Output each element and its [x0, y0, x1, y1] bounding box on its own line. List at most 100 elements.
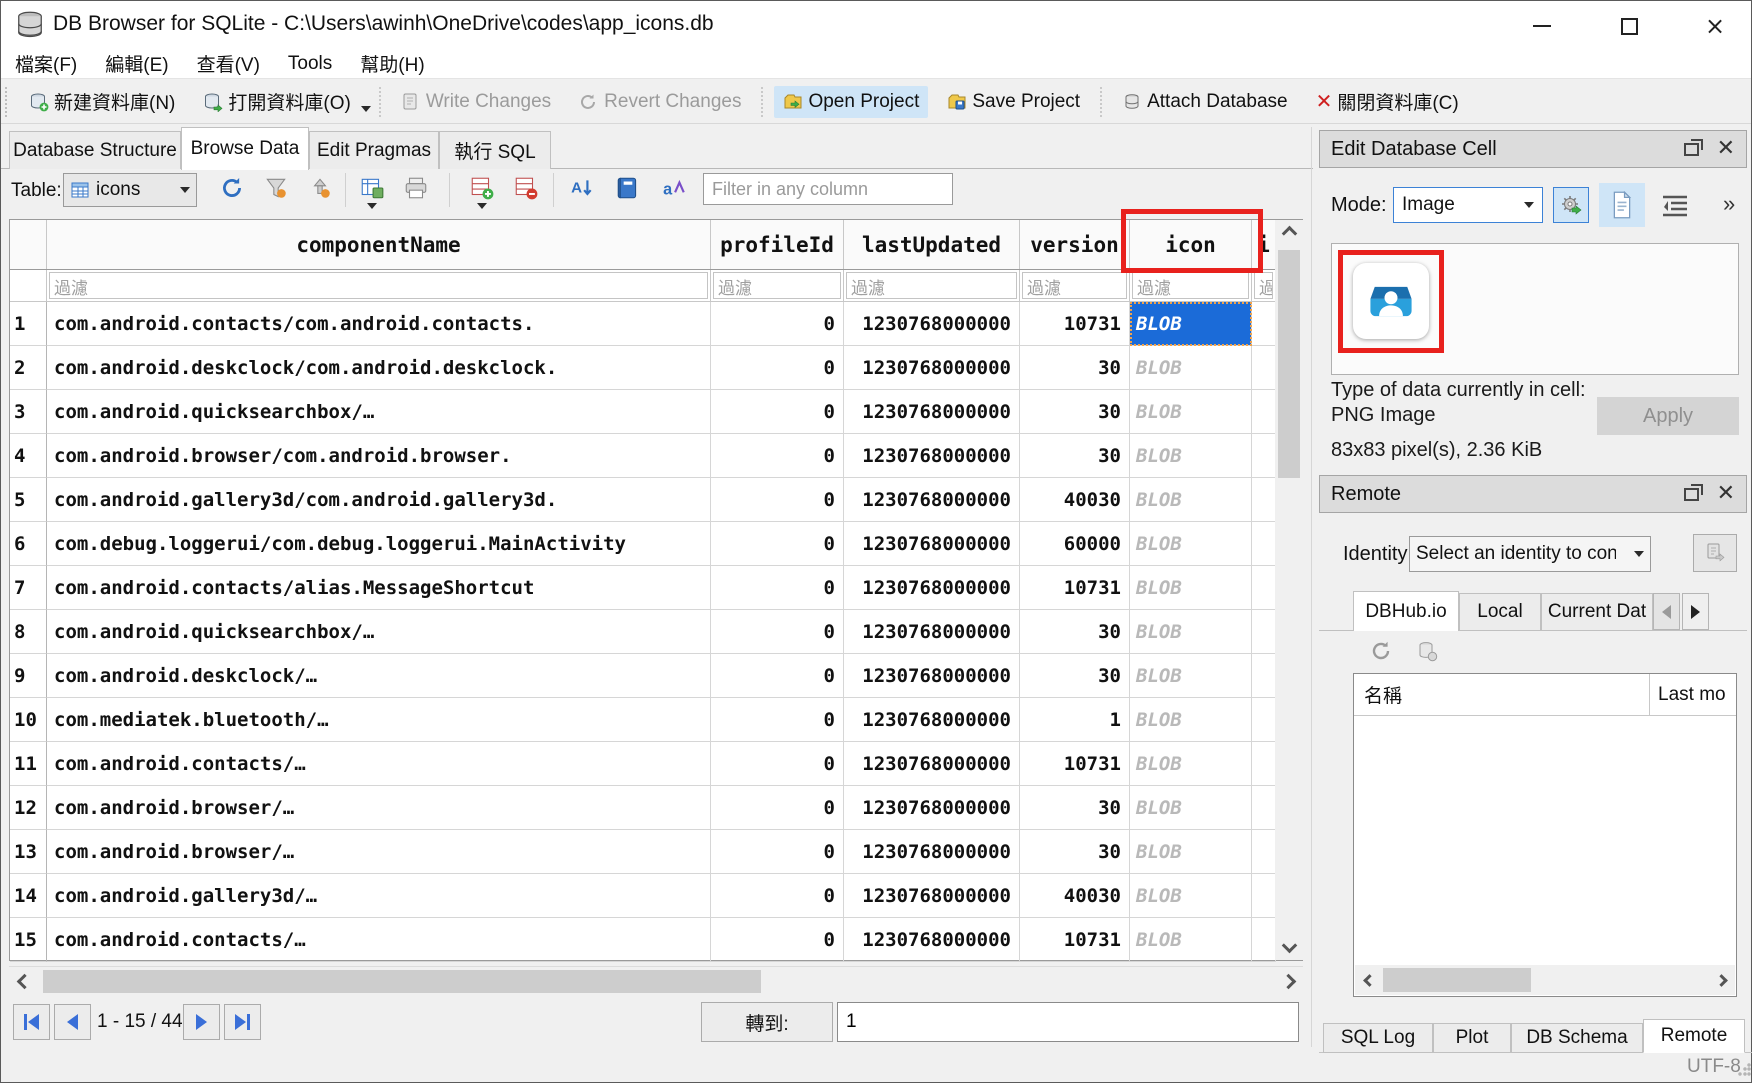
insert-record-dropdown-arrow[interactable] — [477, 203, 487, 209]
last-page-button[interactable] — [224, 1004, 261, 1040]
dock-tab-sql-log[interactable]: SQL Log — [1323, 1023, 1433, 1053]
cell-lastUpdated[interactable]: 1230768000000 — [844, 698, 1020, 742]
condensed-format-icon[interactable]: a — [661, 175, 687, 201]
row-number[interactable]: 6 — [10, 522, 47, 566]
print-icon[interactable] — [403, 175, 429, 201]
column-filter-input[interactable]: 過濾 — [846, 272, 1017, 299]
cell-icon-blob[interactable]: BLOB — [1130, 654, 1252, 698]
scroll-right-button[interactable] — [1707, 965, 1735, 995]
remote-column-last-modified[interactable]: Last mo — [1650, 674, 1736, 715]
column-filter-input[interactable]: 過濾 — [713, 272, 841, 299]
save-results-dropdown-arrow[interactable] — [367, 203, 377, 209]
cell-icon-blob[interactable]: BLOB — [1130, 786, 1252, 830]
delete-record-icon[interactable] — [513, 175, 539, 201]
tab-execute-sql[interactable]: 執行 SQL — [439, 131, 551, 169]
cell-profileId[interactable]: 0 — [711, 654, 844, 698]
row-number[interactable]: 10 — [10, 698, 47, 742]
cell-lastUpdated[interactable]: 1230768000000 — [844, 346, 1020, 390]
cell-version[interactable]: 10731 — [1020, 566, 1130, 610]
cell-version[interactable]: 60000 — [1020, 522, 1130, 566]
row-number[interactable]: 4 — [10, 434, 47, 478]
float-panel-icon[interactable] — [1684, 143, 1699, 156]
cell-version[interactable]: 40030 — [1020, 874, 1130, 918]
cell-version[interactable]: 1 — [1020, 698, 1130, 742]
cell-icon-blob[interactable]: BLOB — [1130, 874, 1252, 918]
cell-profileId[interactable]: 0 — [711, 742, 844, 786]
cell-profileId[interactable]: 0 — [711, 566, 844, 610]
dictionary-icon[interactable] — [615, 175, 641, 201]
menu-file[interactable]: 檔案(F) — [1, 49, 91, 78]
cell-componentName[interactable]: com.android.contacts/alias.MessageShortc… — [47, 566, 711, 610]
column-filter-input[interactable]: 過濾 — [1132, 272, 1249, 299]
row-number[interactable]: 8 — [10, 610, 47, 654]
scroll-right-button[interactable] — [1273, 967, 1303, 996]
goto-row-input[interactable] — [837, 1002, 1299, 1042]
cell-icon-blob[interactable]: BLOB — [1130, 830, 1252, 874]
column-header-lastUpdated[interactable]: lastUpdated — [844, 220, 1020, 269]
more-tools-icon[interactable]: » — [1723, 191, 1735, 217]
row-number[interactable]: 9 — [10, 654, 47, 698]
remote-tab-dbhub[interactable]: DBHub.io — [1353, 591, 1459, 631]
cell-lastUpdated[interactable]: 1230768000000 — [844, 478, 1020, 522]
cell-profileId[interactable]: 0 — [711, 830, 844, 874]
scroll-up-button[interactable] — [1275, 220, 1303, 246]
dock-tab-remote[interactable]: Remote — [1643, 1019, 1745, 1053]
text-mode-button[interactable] — [1599, 183, 1645, 227]
cell-componentName[interactable]: com.android.browser/… — [47, 786, 711, 830]
cell-partial[interactable] — [1252, 390, 1276, 434]
toolbar-drag-handle[interactable] — [5, 87, 11, 117]
any-column-filter-input[interactable] — [703, 173, 953, 205]
row-number[interactable]: 1 — [10, 302, 47, 346]
cell-componentName[interactable]: com.android.contacts/… — [47, 918, 711, 962]
cell-version[interactable]: 30 — [1020, 346, 1130, 390]
previous-page-button[interactable] — [54, 1004, 91, 1040]
cell-version[interactable]: 30 — [1020, 786, 1130, 830]
goto-button[interactable]: 轉到: — [701, 1002, 833, 1042]
cell-icon-blob[interactable]: BLOB — [1130, 522, 1252, 566]
cell-profileId[interactable]: 0 — [711, 610, 844, 654]
cell-icon-blob[interactable]: BLOB — [1130, 610, 1252, 654]
column-filter-input[interactable]: 過濾 — [49, 272, 708, 299]
cell-lastUpdated[interactable]: 1230768000000 — [844, 610, 1020, 654]
cell-partial[interactable] — [1252, 346, 1276, 390]
cell-version[interactable]: 40030 — [1020, 478, 1130, 522]
column-header-version[interactable]: version — [1020, 220, 1130, 269]
refresh-icon[interactable] — [219, 175, 245, 201]
resize-grip[interactable] — [1737, 1063, 1751, 1077]
save-project-button[interactable]: Save Project — [938, 86, 1089, 118]
cell-partial[interactable] — [1252, 786, 1276, 830]
horizontal-scroll-thumb[interactable] — [1383, 968, 1531, 992]
import-certificate-button[interactable] — [1693, 534, 1737, 572]
vertical-scroll-thumb[interactable] — [1278, 250, 1300, 478]
menu-tools[interactable]: Tools — [274, 49, 346, 78]
open-project-button[interactable]: Open Project — [774, 86, 928, 118]
tab-scroll-right-button[interactable] — [1682, 593, 1709, 630]
identity-select[interactable]: Select an identity to conne — [1409, 536, 1651, 572]
insert-record-icon[interactable] — [469, 175, 495, 201]
menu-edit[interactable]: 編輯(E) — [91, 49, 182, 78]
open-database-button[interactable]: 打開資料庫(O) — [194, 83, 359, 120]
mode-select[interactable]: Image — [1393, 187, 1543, 223]
column-filter-input[interactable]: 過濾 — [1022, 272, 1127, 299]
cell-partial[interactable] — [1252, 874, 1276, 918]
column-filter-input[interactable]: 過濾 — [1254, 272, 1273, 299]
remote-horizontal-scrollbar[interactable] — [1355, 965, 1735, 995]
attach-database-button[interactable]: Attach Database — [1113, 86, 1296, 118]
revert-changes-button[interactable]: Revert Changes — [570, 86, 750, 118]
cell-lastUpdated[interactable]: 1230768000000 — [844, 918, 1020, 962]
cell-version[interactable]: 30 — [1020, 830, 1130, 874]
cell-lastUpdated[interactable]: 1230768000000 — [844, 874, 1020, 918]
cell-version[interactable]: 30 — [1020, 610, 1130, 654]
cell-icon-blob[interactable]: BLOB — [1130, 698, 1252, 742]
cell-lastUpdated[interactable]: 1230768000000 — [844, 830, 1020, 874]
row-number[interactable]: 12 — [10, 786, 47, 830]
row-number[interactable]: 14 — [10, 874, 47, 918]
close-panel-icon[interactable]: ✕ — [1717, 484, 1735, 504]
cell-partial[interactable] — [1252, 698, 1276, 742]
remote-tab-current-database[interactable]: Current Dat — [1541, 593, 1653, 630]
next-page-button[interactable] — [183, 1004, 220, 1040]
cell-componentName[interactable]: com.android.quicksearchbox/… — [47, 610, 711, 654]
cell-partial[interactable] — [1252, 302, 1276, 346]
cell-icon-blob[interactable]: BLOB — [1130, 390, 1252, 434]
save-results-icon[interactable] — [359, 175, 385, 201]
